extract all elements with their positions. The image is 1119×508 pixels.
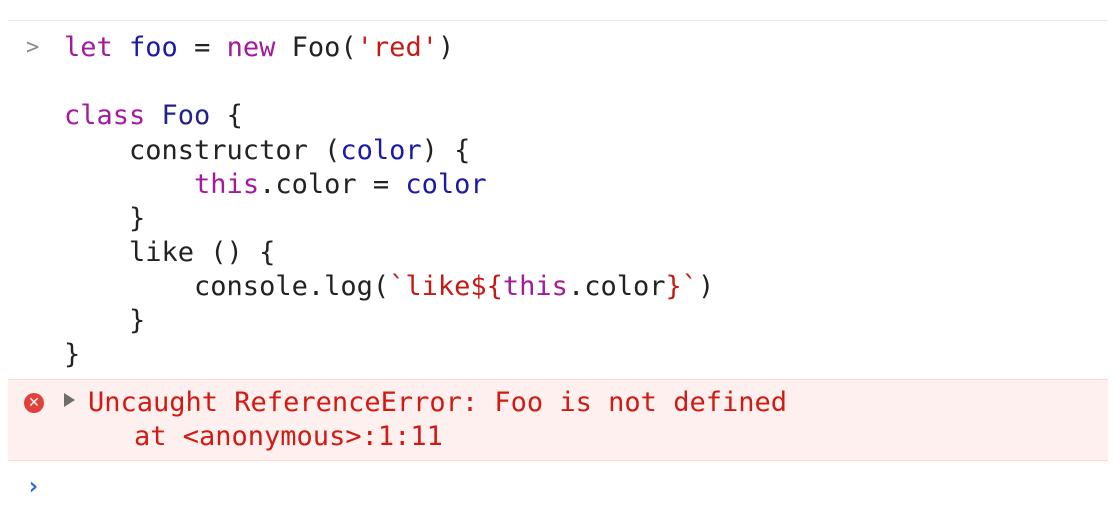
code-token-plain: {: [210, 100, 243, 131]
code-line: constructor (color) {: [64, 134, 470, 168]
code-line: console.log(`like${this.color}`): [64, 270, 714, 304]
code-token-plain: like () {: [64, 237, 276, 268]
chevron-right-icon[interactable]: ›: [26, 472, 40, 500]
error-circle-icon: ✕: [24, 393, 44, 413]
code-line: class Foo {: [64, 99, 243, 133]
code-token-var: color: [340, 135, 422, 166]
code-token-keyword: new: [226, 32, 276, 63]
code-token-class: Foo: [161, 100, 211, 131]
code-token-keyword: this: [502, 271, 568, 302]
code-line: }: [64, 304, 145, 338]
code-token-plain: .color: [567, 271, 666, 302]
code-token-plain: }: [64, 305, 146, 336]
code-token-keyword: class: [64, 100, 146, 131]
code-line: like () {: [64, 236, 275, 270]
code-line: }: [64, 202, 145, 236]
code-line: }: [64, 338, 80, 372]
error-message: Uncaught ReferenceError: Foo is not defi…: [88, 387, 787, 418]
expand-triangle-icon[interactable]: [64, 393, 75, 407]
error-message-row: ✕ Uncaught ReferenceError: Foo is not de…: [8, 379, 1108, 461]
code-token-plain: ) {: [421, 135, 471, 166]
top-divider: [8, 20, 1108, 21]
code-token-keyword: this: [194, 169, 260, 200]
code-token-string: `like${: [389, 271, 503, 302]
code-token-plain: =: [177, 32, 227, 63]
code-token-string: 'red': [356, 32, 438, 63]
code-token-var: color: [405, 169, 487, 200]
code-token-plain: constructor (: [64, 135, 341, 166]
code-token-plain: ): [437, 32, 455, 63]
code-token-plain: }: [64, 203, 146, 234]
code-line: this.color = color: [64, 168, 487, 202]
code-token-plain: .color =: [259, 169, 406, 200]
code-token-plain: Foo(: [275, 32, 357, 63]
code-token-var: foo: [129, 32, 178, 63]
devtools-console: > let foo = new Foo('red') class Foo { co…: [0, 0, 1119, 508]
code-token-plain: ): [698, 271, 715, 302]
code-token-plain: console.log(: [64, 271, 390, 302]
error-stack-trace[interactable]: at <anonymous>:1:11: [134, 420, 443, 454]
code-token-string: }`: [665, 271, 698, 302]
code-line: let foo = new Foo('red'): [64, 31, 454, 65]
code-token-keyword: let: [64, 32, 113, 63]
entry-prompt-icon: >: [26, 35, 40, 60]
code-token-plain: }: [64, 339, 81, 370]
